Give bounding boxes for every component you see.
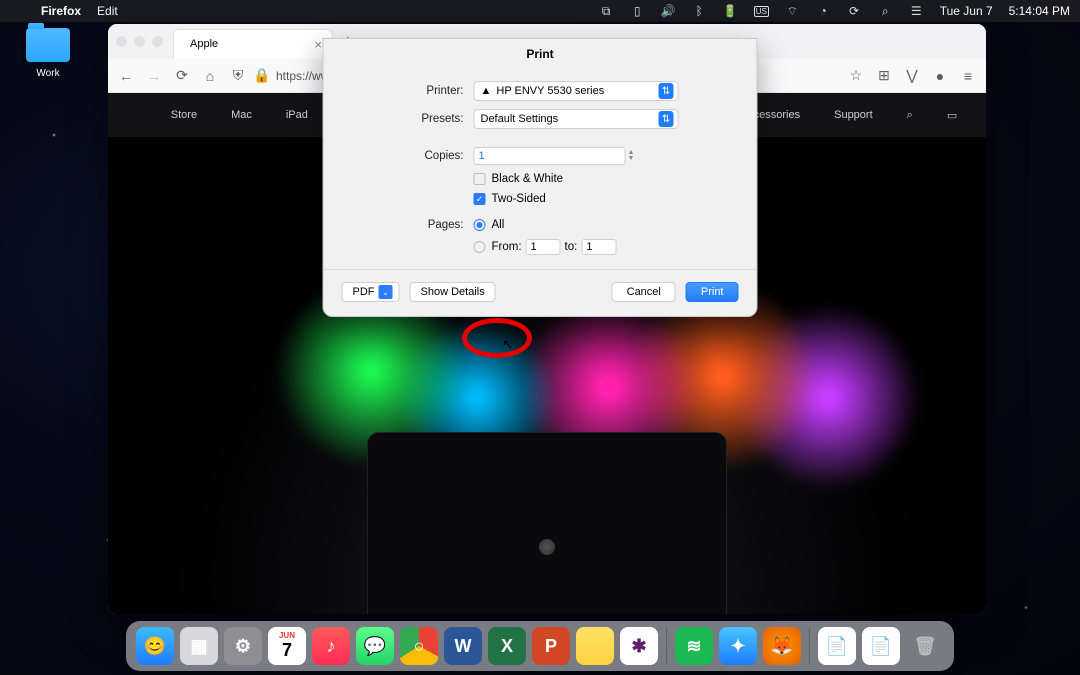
copies-input[interactable]: [474, 147, 626, 165]
spotlight-icon[interactable]: ⌕: [878, 4, 893, 19]
folder-icon: [26, 28, 70, 62]
dock-trash[interactable]: 🗑: [906, 627, 944, 665]
print-dialog-title: Print: [324, 39, 757, 77]
shield-icon[interactable]: ⛨: [230, 67, 246, 84]
print-button[interactable]: Print: [686, 282, 739, 302]
pages-range-radio[interactable]: [474, 241, 486, 253]
wifi-icon[interactable]: ⌔: [785, 4, 800, 19]
close-tab-icon[interactable]: ×: [314, 37, 322, 52]
input-source-icon[interactable]: US: [754, 6, 769, 17]
warning-icon: ▲: [481, 85, 492, 97]
dock-document-2[interactable]: 📄: [862, 627, 900, 665]
print-dialog: Print Printer: ▲ HP ENVY 5530 series ⇅ P…: [323, 38, 758, 317]
control-center-icon[interactable]: ☰: [909, 4, 924, 18]
nav-mac[interactable]: Mac: [231, 109, 252, 121]
dock-messages[interactable]: 💬: [356, 627, 394, 665]
volume-icon[interactable]: 🔊: [661, 4, 676, 18]
dock-document-1[interactable]: 📄: [818, 627, 856, 665]
pages-all-radio[interactable]: [474, 219, 486, 231]
pdf-dropdown-button[interactable]: PDF ⌄: [342, 282, 400, 302]
copies-label: Copies:: [324, 150, 474, 162]
pages-label: Pages:: [324, 219, 474, 231]
forward-icon[interactable]: →: [146, 68, 162, 84]
battery-icon[interactable]: 🔋: [723, 4, 738, 18]
nav-ipad[interactable]: iPad: [286, 109, 308, 121]
dock-settings[interactable]: ⚙: [224, 627, 262, 665]
menubar-edit[interactable]: Edit: [97, 4, 118, 18]
select-chevron-icon: ⇅: [659, 83, 674, 99]
twosided-label: Two-Sided: [492, 193, 546, 205]
browser-tab-apple[interactable]: Apple ×: [173, 29, 333, 59]
back-icon[interactable]: ←: [118, 68, 134, 84]
printer-select[interactable]: ▲ HP ENVY 5530 series ⇅: [474, 81, 679, 101]
printer-value: HP ENVY 5530 series: [496, 85, 604, 97]
nav-store[interactable]: Store: [171, 109, 197, 121]
show-details-button[interactable]: Show Details: [410, 282, 496, 302]
bluetooth-icon[interactable]: ᛒ: [692, 4, 707, 18]
dock-calendar[interactable]: JUN7: [268, 627, 306, 665]
window-controls[interactable]: [116, 36, 163, 47]
bw-checkbox[interactable]: [474, 173, 486, 185]
pdf-chevron-icon: ⌄: [379, 285, 393, 299]
nav-bag-icon[interactable]: ▭: [947, 109, 957, 122]
twosided-checkbox[interactable]: ✓: [474, 193, 486, 205]
presets-value: Default Settings: [481, 113, 559, 125]
lock-icon[interactable]: 🔒: [253, 67, 269, 84]
dock-notes[interactable]: [576, 627, 614, 665]
pdf-label: PDF: [353, 286, 375, 298]
dropbox-icon[interactable]: ⧉: [599, 4, 614, 19]
copies-stepper[interactable]: ▲▼: [628, 148, 636, 164]
dock-word[interactable]: W: [444, 627, 482, 665]
presets-select[interactable]: Default Settings ⇅: [474, 109, 679, 129]
bookmark-star-icon[interactable]: ☆: [848, 67, 864, 84]
desktop-folder-work[interactable]: Work: [18, 28, 78, 79]
dock-excel[interactable]: X: [488, 627, 526, 665]
pages-from-label: From:: [492, 241, 522, 253]
device-icon[interactable]: ▯: [630, 4, 645, 18]
dock-spotify[interactable]: ≋: [675, 627, 713, 665]
dock-firefox[interactable]: 🦊: [763, 627, 801, 665]
home-icon[interactable]: ⌂: [202, 68, 218, 84]
sync-icon[interactable]: ⟳: [847, 4, 862, 18]
user-icon[interactable]: ◔: [816, 4, 831, 18]
nav-search-icon[interactable]: ⌕: [907, 109, 913, 122]
dock-powerpoint[interactable]: P: [532, 627, 570, 665]
pocket-icon[interactable]: ⋁: [904, 67, 920, 84]
pages-from-input[interactable]: [526, 239, 561, 255]
select-chevron-icon: ⇅: [659, 111, 674, 127]
dock-chrome[interactable]: ○: [400, 627, 438, 665]
account-icon[interactable]: ●: [932, 68, 948, 84]
dock-slack[interactable]: ✱: [620, 627, 658, 665]
nav-support[interactable]: Support: [834, 109, 873, 121]
cancel-button[interactable]: Cancel: [612, 282, 676, 302]
menubar-time: 5:14:04 PM: [1009, 4, 1070, 18]
bw-label: Black & White: [492, 173, 564, 185]
presets-label: Presets:: [324, 113, 474, 125]
hamburger-menu-icon[interactable]: ≡: [960, 68, 976, 84]
desktop-folder-label: Work: [18, 68, 78, 79]
dock-launchpad[interactable]: ▦: [180, 627, 218, 665]
dock-finder[interactable]: 😊: [136, 627, 174, 665]
menubar-app-name[interactable]: Firefox: [41, 4, 81, 18]
tab-title: Apple: [190, 38, 218, 50]
menubar-date[interactable]: Tue Jun 7: [940, 4, 993, 18]
pages-to-input[interactable]: [581, 239, 616, 255]
dock-safari[interactable]: ✦: [719, 627, 757, 665]
reload-icon[interactable]: ⟳: [174, 67, 190, 84]
dock-music[interactable]: ♪: [312, 627, 350, 665]
dock-separator: [809, 628, 810, 664]
qr-icon[interactable]: ⊞: [876, 67, 892, 84]
hero-laptop-graphic: [367, 432, 727, 614]
pages-to-label: to:: [565, 241, 578, 253]
macos-menubar: Firefox Edit ⧉ ▯ 🔊 ᛒ 🔋 US ⌔ ◔ ⟳ ⌕ ☰ Tue …: [0, 0, 1080, 22]
pages-all-label: All: [492, 219, 505, 231]
dock-separator: [666, 628, 667, 664]
printer-label: Printer:: [324, 85, 474, 97]
macos-dock: 😊 ▦ ⚙ JUN7 ♪ 💬 ○ W X P ✱ ≋ ✦ 🦊 📄 📄 🗑: [126, 621, 954, 671]
